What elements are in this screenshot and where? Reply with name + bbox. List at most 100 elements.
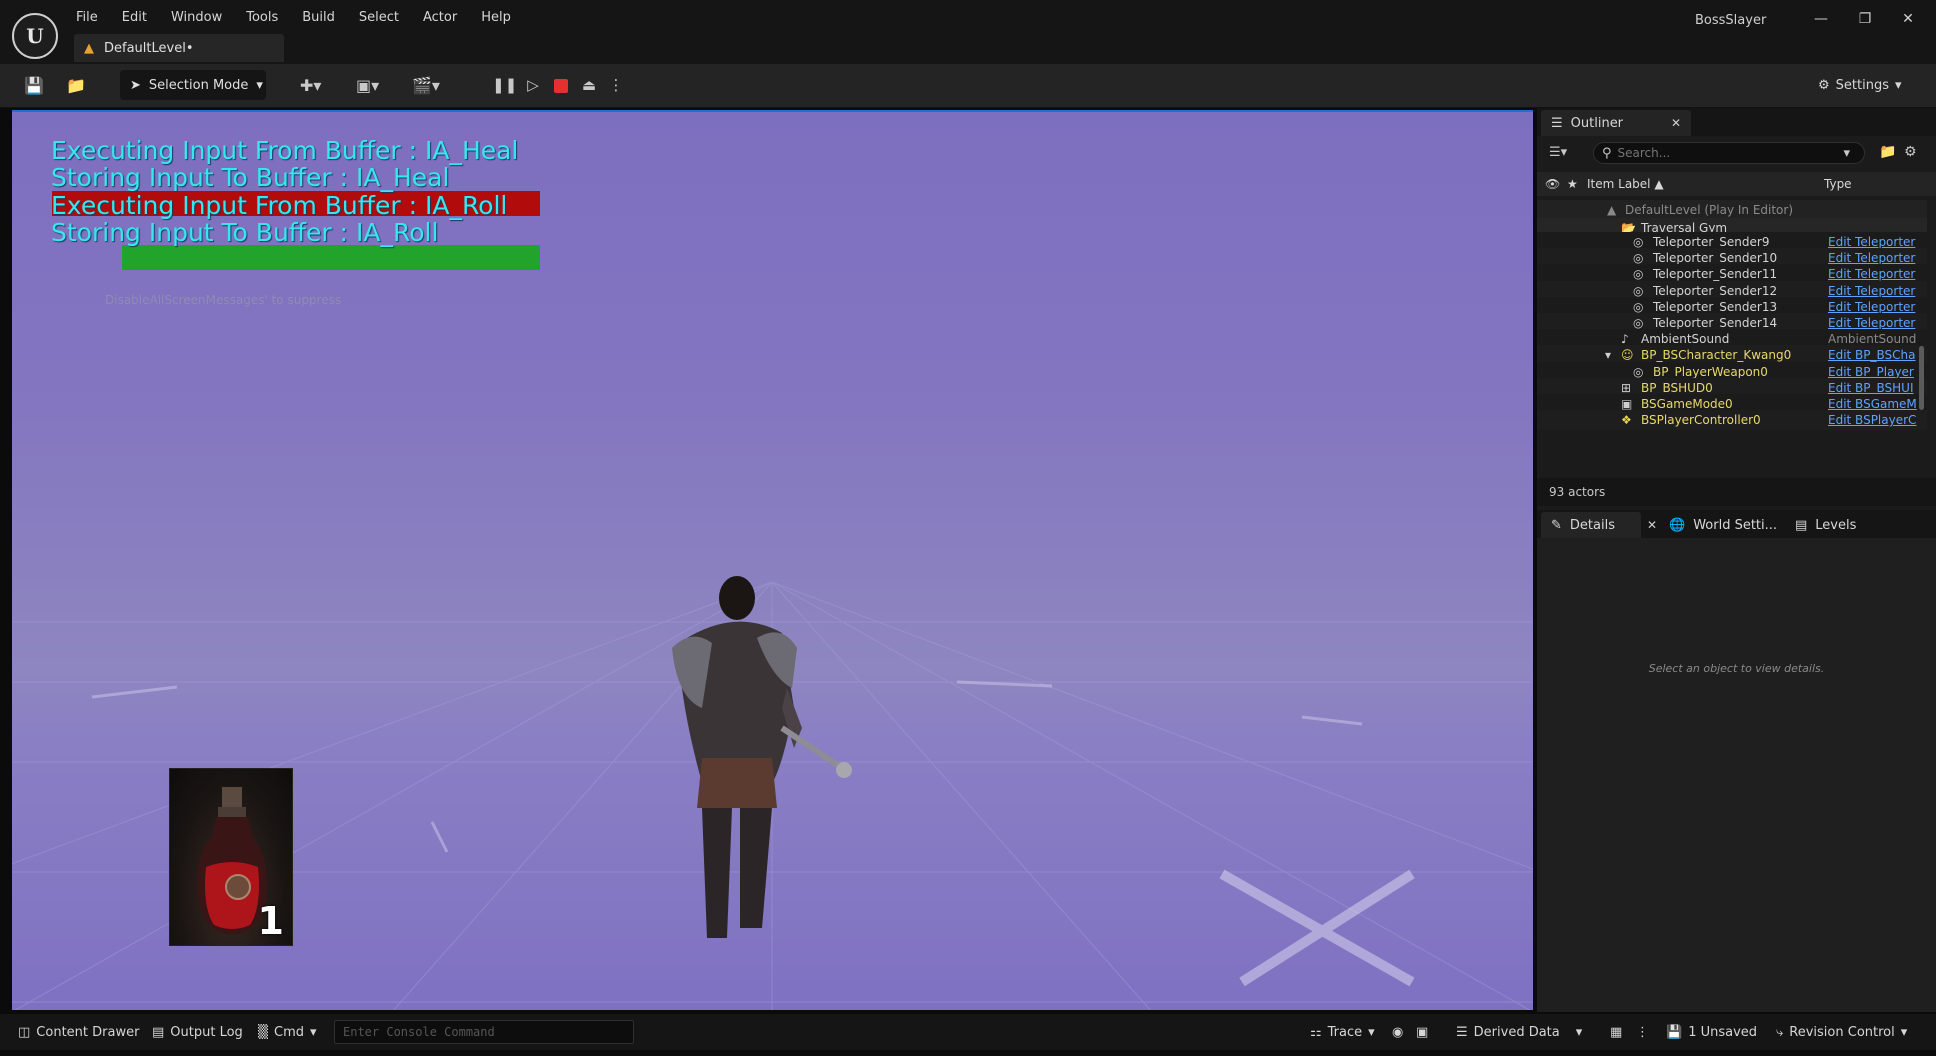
gear-icon[interactable]: ⚙: [1904, 144, 1917, 160]
selection-mode-button[interactable]: ➤ Selection Mode ▾: [120, 70, 266, 100]
pin-star-icon[interactable]: ★: [1567, 177, 1578, 191]
outliner-search-box[interactable]: ⚲ ▾: [1593, 142, 1865, 164]
chevron-down-icon[interactable]: ▾: [1844, 146, 1851, 161]
actor-icon: ◎: [1633, 267, 1644, 282]
close-icon[interactable]: ✕: [1671, 116, 1681, 130]
more-options-icon[interactable]: ⋮: [604, 73, 628, 97]
unsaved-label: 1 Unsaved: [1688, 1024, 1758, 1040]
levels-icon: ▤: [1795, 517, 1808, 533]
debug-message-1: Executing Input From Buffer : IA_Heal: [51, 136, 519, 165]
edit-blueprint-link[interactable]: Edit Teleporter: [1828, 300, 1918, 314]
derived-data-button[interactable]: ☰ Derived Data ▾: [1456, 1022, 1582, 1042]
edit-blueprint-link[interactable]: Edit BP_BSCha: [1828, 348, 1918, 362]
actor-icon: ⊞: [1621, 380, 1632, 395]
right-panel: ☰ Outliner ✕ ☰▾ ⚲ ▾ 📁 ⚙ 👁 ★ Item Label ▲…: [1537, 108, 1936, 1012]
screenshot-icon[interactable]: ▣: [1416, 1022, 1428, 1042]
minimize-button[interactable]: —: [1806, 8, 1836, 30]
unsaved-button[interactable]: 💾 1 Unsaved: [1666, 1022, 1757, 1042]
content-drawer-button[interactable]: ◫ Content Drawer: [18, 1022, 139, 1042]
restore-button[interactable]: ❐: [1850, 8, 1880, 30]
output-log-icon: ▤: [152, 1024, 165, 1040]
menu-actor[interactable]: Actor: [411, 8, 469, 30]
suppress-hint: DisableAllScreenMessages' to suppress: [105, 293, 342, 307]
game-viewport[interactable]: Executing Input From Buffer : IA_Heal St…: [12, 110, 1533, 1010]
add-folder-icon[interactable]: 📁: [1879, 144, 1896, 160]
save-icon[interactable]: 💾: [24, 74, 44, 98]
close-icon[interactable]: ✕: [1647, 518, 1657, 532]
cinematics-icon[interactable]: 🎬▾: [412, 74, 440, 98]
outliner-tree: ▲ DefaultLevel (Play In Editor) 📂 Traver…: [1537, 200, 1927, 474]
level-tab[interactable]: ▲ DefaultLevel•: [74, 34, 284, 62]
output-log-label: Output Log: [170, 1024, 243, 1040]
menu-edit[interactable]: Edit: [110, 8, 159, 30]
chart-icon[interactable]: ▦: [1610, 1022, 1622, 1042]
chevron-down-icon: ▾: [1894, 77, 1902, 93]
menu-help[interactable]: Help: [469, 8, 523, 30]
actor-icon: ♪: [1621, 332, 1629, 347]
stop-button[interactable]: [549, 73, 573, 97]
outliner-search-input[interactable]: [1617, 146, 1838, 160]
pause-button[interactable]: ❚❚: [492, 73, 517, 97]
console-command-input[interactable]: [334, 1020, 634, 1044]
tab-world-settings[interactable]: 🌐 World Setti...: [1659, 512, 1787, 538]
add-actor-icon[interactable]: ✚▾: [300, 74, 321, 98]
chevron-down-icon: ▾: [1368, 1024, 1375, 1040]
unsaved-icon: 💾: [1666, 1024, 1683, 1040]
blueprint-icon[interactable]: ▣▾: [356, 74, 379, 98]
actor-name: BP_BSCharacter_Kwang0: [1641, 348, 1792, 363]
cmd-button[interactable]: ▒ Cmd ▾: [258, 1022, 317, 1042]
edit-blueprint-link[interactable]: Edit Teleporter: [1828, 251, 1918, 265]
edit-blueprint-link[interactable]: Edit BP_Player: [1828, 365, 1918, 379]
visibility-eye-icon[interactable]: 👁: [1545, 177, 1560, 191]
revision-control-button[interactable]: ⤷ Revision Control ▾: [1776, 1022, 1907, 1042]
menu-select[interactable]: Select: [347, 8, 411, 30]
menu-build[interactable]: Build: [290, 8, 347, 30]
actor-name: Teleporter_Sender9: [1653, 235, 1770, 249]
chevron-down-icon: ▾: [1575, 1024, 1583, 1040]
unreal-logo-icon[interactable]: U: [12, 13, 58, 59]
edit-blueprint-link[interactable]: Edit Teleporter: [1828, 316, 1918, 330]
browse-content-icon[interactable]: 📁: [66, 74, 86, 98]
edit-blueprint-link[interactable]: Edit BSGameM: [1828, 397, 1918, 411]
settings-button[interactable]: ⚙ Settings ▾: [1818, 72, 1902, 98]
step-frame-button[interactable]: ▷: [521, 73, 545, 97]
content-drawer-icon: ◫: [18, 1024, 31, 1040]
filter-icon[interactable]: ☰▾: [1549, 145, 1567, 160]
title-bar: U File Edit Window Tools Build Select Ac…: [0, 0, 1936, 64]
edit-blueprint-link[interactable]: Edit Teleporter: [1828, 284, 1918, 298]
actor-name: Teleporter_Sender11: [1653, 267, 1778, 282]
record-icon[interactable]: ◉: [1392, 1022, 1403, 1042]
tab-outliner[interactable]: ☰ Outliner ✕: [1541, 110, 1692, 136]
outliner-icon: ☰: [1551, 115, 1563, 131]
output-log-button[interactable]: ▤ Output Log: [152, 1022, 243, 1042]
chevron-down-icon: ▾: [1900, 1024, 1908, 1040]
actor-name: AmbientSound: [1641, 332, 1730, 347]
edit-blueprint-link[interactable]: Edit BP_BSHUI: [1828, 381, 1918, 395]
close-window-button[interactable]: ✕: [1893, 8, 1923, 30]
debug-bar-green: [122, 245, 540, 270]
actor-icon: ◎: [1633, 316, 1644, 330]
tree-root-row[interactable]: ▲ DefaultLevel (Play In Editor): [1537, 200, 1927, 220]
outliner-scrollbar[interactable]: [1919, 346, 1924, 410]
trace-label: Trace: [1327, 1024, 1363, 1040]
more-options-icon[interactable]: ⋮: [1636, 1022, 1649, 1042]
expand-arrow-icon[interactable]: ▾: [1605, 348, 1611, 362]
derived-data-label: Derived Data: [1473, 1024, 1560, 1040]
trace-button[interactable]: ⚏ Trace ▾: [1310, 1022, 1375, 1042]
column-type[interactable]: Type: [1824, 177, 1852, 191]
edit-blueprint-link[interactable]: Edit Teleporter: [1828, 235, 1918, 249]
menu-file[interactable]: File: [64, 8, 110, 30]
edit-blueprint-link[interactable]: Edit BSPlayerC: [1828, 413, 1918, 427]
world-settings-tab-label: World Setti...: [1693, 517, 1778, 533]
cmd-label: Cmd: [274, 1024, 304, 1040]
details-empty-hint: Select an object to view details.: [1648, 662, 1825, 675]
column-item-label[interactable]: Item Label ▲: [1587, 177, 1664, 191]
menu-tools[interactable]: Tools: [234, 8, 290, 30]
main-toolbar: 💾 📁 ➤ Selection Mode ▾ ✚▾ ▣▾ 🎬▾ ❚❚ ▷ ⏏ ⋮…: [0, 64, 1936, 108]
edit-blueprint-link[interactable]: Edit Teleporter: [1828, 267, 1918, 281]
menu-window[interactable]: Window: [159, 8, 234, 30]
tab-details[interactable]: ✎ Details ✕: [1541, 512, 1657, 538]
tab-levels[interactable]: ▤ Levels: [1785, 512, 1866, 538]
tree-actor-row[interactable]: ❖ BSPlayerController0 Edit BSPlayerC: [1537, 410, 1927, 431]
eject-button[interactable]: ⏏: [577, 73, 601, 97]
